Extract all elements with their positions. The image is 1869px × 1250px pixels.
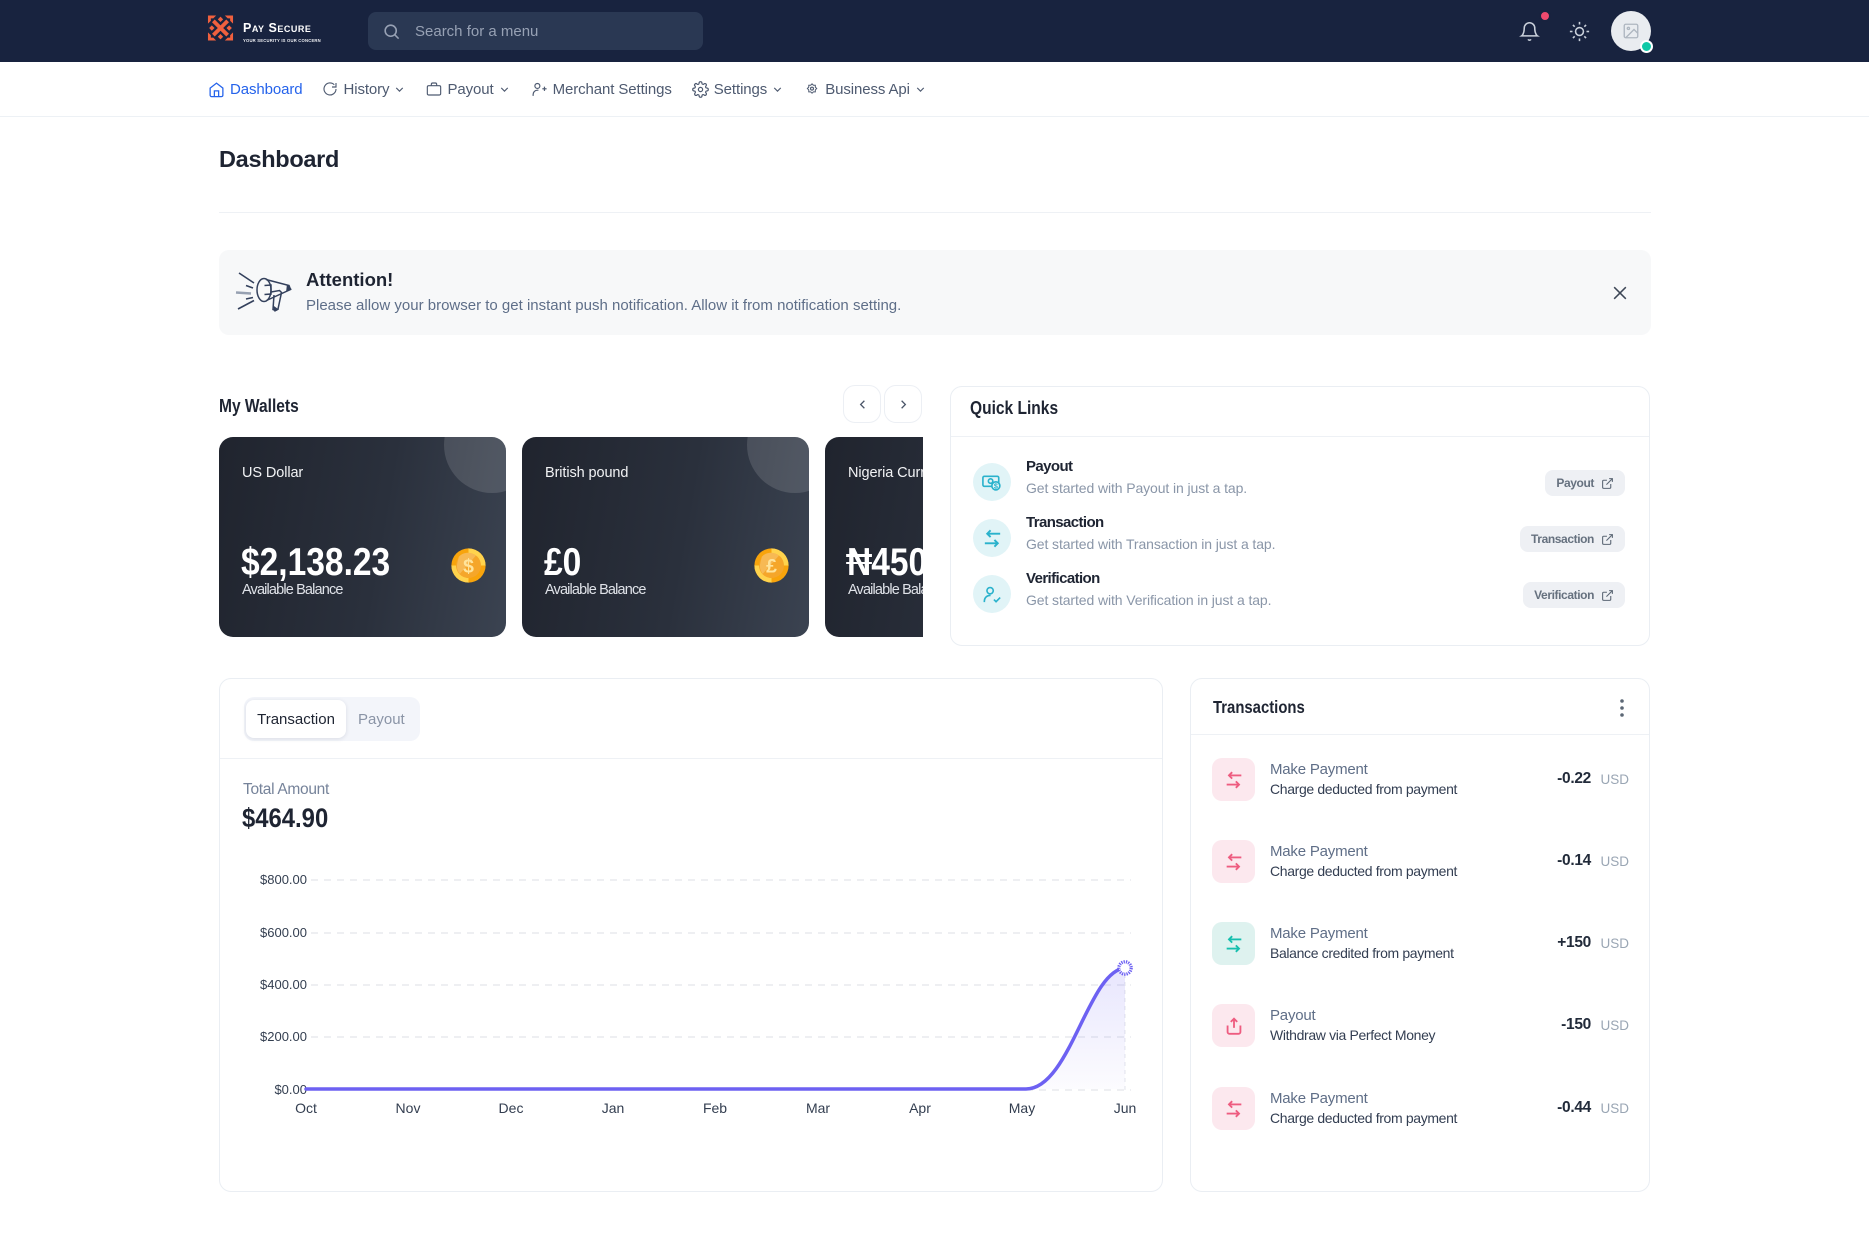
svg-text:$0.00: $0.00: [274, 1082, 307, 1097]
svg-text:May: May: [1009, 1100, 1035, 1116]
svg-text:Nov: Nov: [396, 1100, 421, 1116]
svg-text:$800.00: $800.00: [260, 872, 307, 887]
svg-text:Jan: Jan: [602, 1100, 625, 1116]
svg-text:Mar: Mar: [806, 1100, 830, 1116]
svg-text:Dec: Dec: [499, 1100, 524, 1116]
svg-text:Feb: Feb: [703, 1100, 727, 1116]
svg-text:Oct: Oct: [295, 1100, 317, 1116]
svg-text:$: $: [993, 482, 997, 490]
svg-text:$600.00: $600.00: [260, 925, 307, 940]
svg-text:$400.00: $400.00: [260, 977, 307, 992]
svg-text:$200.00: $200.00: [260, 1029, 307, 1044]
svg-text:Jun: Jun: [1114, 1100, 1137, 1116]
svg-text:£: £: [766, 555, 777, 577]
svg-text:$: $: [463, 555, 474, 577]
svg-text:Apr: Apr: [909, 1100, 931, 1116]
